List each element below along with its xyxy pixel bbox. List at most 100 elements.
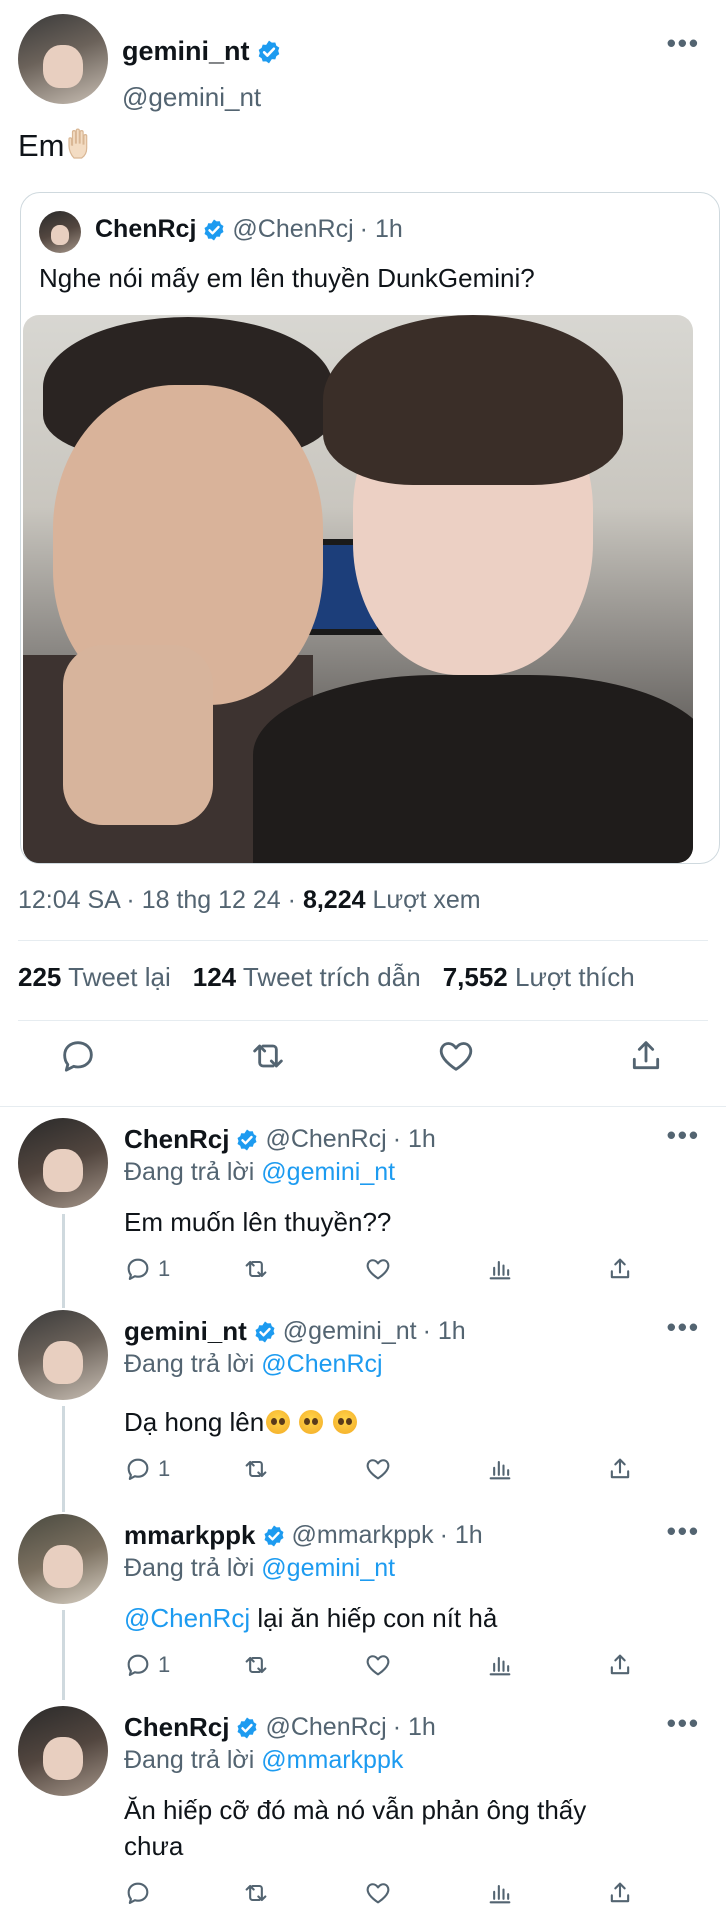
quoted-tweet-photo[interactable] [23,315,693,863]
reply-text: Ăn hiếp cỡ đó mà nó vẫn phản ông thấy ch… [124,1795,587,1861]
avatar[interactable] [18,1706,108,1796]
share-icon[interactable] [606,1650,634,1680]
handle[interactable]: @ChenRcj [265,1713,386,1742]
author-name[interactable]: gemini_nt [122,36,282,67]
reply-tweet[interactable]: ChenRcj @ChenRcj · 1h ••• Đang trả lời @… [0,1118,726,1308]
replying-to-link[interactable]: @mmarkppk [261,1746,403,1774]
tweet-stats: 225 Tweet lại 124 Tweet trích dẫn 7,552 … [18,962,635,993]
reply-actions [124,1878,644,1910]
quoted-tweet[interactable]: ChenRcj @ChenRcj · 1h Nghe nói mấy em lê… [20,192,720,864]
reply-icon[interactable] [58,1036,98,1076]
retweet-icon[interactable] [242,1454,270,1484]
like-heart-icon[interactable] [436,1036,476,1076]
share-icon[interactable] [606,1454,634,1484]
photo-thumbs-up-hand [63,645,213,825]
display-name[interactable]: gemini_nt [122,36,250,67]
timestamp[interactable]: · 1h [423,1317,466,1346]
analytics-icon[interactable] [486,1878,514,1908]
thread-line [62,1506,65,1512]
handle[interactable]: @ChenRcj [232,215,353,244]
retweets-count: 225 [18,962,62,992]
avatar[interactable] [18,1118,108,1208]
mention-link[interactable]: @ChenRcj [124,1603,250,1633]
verified-badge-icon [235,1128,259,1152]
like-heart-icon[interactable] [364,1878,392,1908]
thread-line [62,1406,65,1506]
display-name[interactable]: mmarkppk [124,1520,256,1551]
thread-line [62,1214,65,1308]
replying-prefix: Đang trả lời [124,1158,255,1186]
avatar[interactable] [18,1514,108,1604]
verified-badge-icon [235,1716,259,1740]
reply-header: ChenRcj @ChenRcj · 1h [124,1712,436,1743]
reply-button[interactable]: 1 [124,1650,170,1680]
more-options-icon[interactable]: ••• [667,1312,700,1343]
timestamp[interactable]: · 1h [393,1713,436,1742]
more-options-icon[interactable]: ••• [667,1708,700,1739]
tweet-text: Em [18,128,97,164]
like-heart-icon[interactable] [364,1454,392,1484]
reply-tweet[interactable]: gemini_nt @gemini_nt · 1h ••• Đang trả l… [0,1296,726,1506]
photo-person-right-hair [323,315,623,485]
author-handle[interactable]: @gemini_nt [122,82,261,113]
more-options-icon[interactable]: ••• [667,1516,700,1547]
likes-label: Lượt thích [515,962,635,992]
reply-icon [127,1458,149,1480]
replying-to-link[interactable]: @ChenRcj [261,1350,382,1378]
display-name[interactable]: ChenRcj [95,215,196,244]
reply-button[interactable] [124,1878,158,1908]
analytics-icon[interactable] [486,1254,514,1284]
retweet-icon[interactable] [248,1036,288,1076]
handle[interactable]: @mmarkppk [292,1521,434,1550]
reply-icon [127,1882,149,1904]
likes-stat[interactable]: 7,552 Lượt thích [443,962,635,993]
avatar[interactable] [18,1310,108,1400]
replying-to-link[interactable]: @gemini_nt [261,1554,395,1582]
reply-text-content: lại ăn hiếp con nít hả [250,1603,498,1633]
replying-prefix: Đang trả lời [124,1746,255,1774]
display-name[interactable]: ChenRcj [124,1124,229,1155]
reply-actions: 1 [124,1454,644,1486]
replying-to-link[interactable]: @gemini_nt [261,1158,395,1186]
display-name[interactable]: gemini_nt [124,1316,247,1347]
analytics-icon[interactable] [486,1650,514,1680]
tweet-timestamp[interactable]: 12:04 SA · 18 thg 12 24 · [18,886,296,914]
reply-text: @ChenRcj lại ăn hiếp con nít hả [124,1600,684,1636]
share-icon[interactable] [606,1254,634,1284]
display-name[interactable]: ChenRcj [124,1712,229,1743]
avatar[interactable] [18,14,108,104]
retweet-icon[interactable] [242,1878,270,1908]
analytics-icon[interactable] [486,1454,514,1484]
reply-header: gemini_nt @gemini_nt · 1h [124,1316,466,1347]
pleading-face-emoji-icon [266,1410,291,1434]
quotes-stat[interactable]: 124 Tweet trích dẫn [193,962,421,993]
avatar[interactable] [39,211,81,253]
views-count: 8,224 [302,886,366,914]
reply-button[interactable]: 1 [124,1254,170,1284]
handle[interactable]: @ChenRcj [265,1125,386,1154]
reply-count: 1 [158,1652,171,1677]
timestamp[interactable]: · 1h [440,1521,483,1550]
share-icon[interactable] [626,1036,666,1076]
more-options-icon[interactable]: ••• [667,28,700,59]
handle[interactable]: @gemini_nt [283,1317,417,1346]
pleading-face-emoji-icon [332,1410,357,1434]
likes-count: 7,552 [442,962,508,992]
like-heart-icon[interactable] [364,1254,392,1284]
reply-tweet[interactable]: mmarkppk @mmarkppk · 1h ••• Đang trả lời… [0,1506,726,1700]
retweet-icon[interactable] [242,1254,270,1284]
replying-prefix: Đang trả lời [124,1554,255,1582]
timestamp[interactable]: · 1h [393,1125,436,1154]
replying-to: Đang trả lời @ChenRcj [124,1350,383,1379]
like-heart-icon[interactable] [364,1650,392,1680]
reply-tweet[interactable]: ChenRcj @ChenRcj · 1h ••• Đang trả lời @… [0,1706,726,1920]
quoted-tweet-header: ChenRcj @ChenRcj · 1h [95,215,403,244]
timestamp[interactable]: · 1h [360,215,403,244]
replying-to: Đang trả lời @gemini_nt [124,1158,395,1187]
reply-button[interactable]: 1 [124,1454,170,1484]
more-options-icon[interactable]: ••• [667,1120,700,1151]
photo-person-right-body [253,675,693,863]
retweet-icon[interactable] [242,1650,270,1680]
share-icon[interactable] [606,1878,634,1908]
retweets-stat[interactable]: 225 Tweet lại [18,962,171,993]
